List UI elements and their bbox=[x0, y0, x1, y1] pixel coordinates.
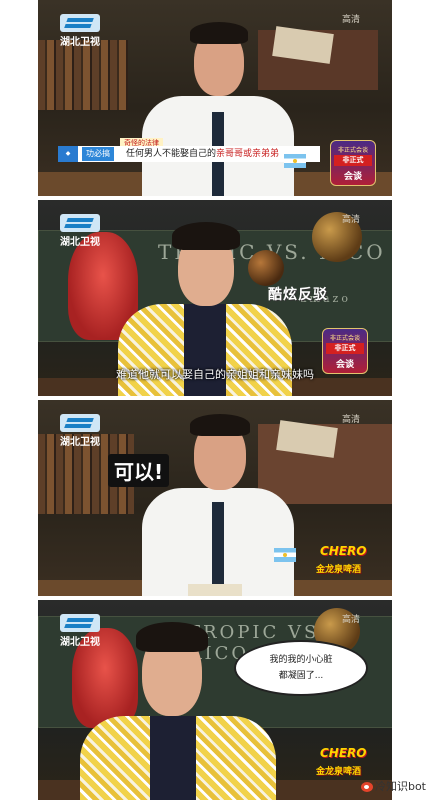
host-hair bbox=[172, 222, 240, 250]
sponsor-logo: CHERO 金龙泉啤酒 bbox=[316, 544, 367, 575]
law-caption-highlight: 亲哥哥或亲弟弟 bbox=[216, 149, 280, 159]
subtitle: 难道他就可以娶自己的亲姐姐和亲妹妹吗 bbox=[116, 368, 314, 381]
channel-logo: 湖北卫视 bbox=[60, 614, 100, 648]
channel-logo-icon bbox=[60, 214, 100, 232]
law-caption-plain: 任何男人不能娶自己的 bbox=[126, 149, 217, 159]
bubble-line-2: 都凝固了... bbox=[278, 671, 324, 681]
video-frame-2: TROPIC VS. RICO amazo 湖北卫视 高清 酷炫反驳 非正式会谈… bbox=[38, 200, 392, 396]
bookshelf bbox=[38, 40, 128, 110]
channel-logo: 湖北卫视 bbox=[60, 14, 100, 48]
channel-logo-icon bbox=[60, 614, 100, 632]
channel-logo: 湖北卫视 bbox=[60, 214, 100, 248]
law-caption: 任何男人不能娶自己的亲哥哥或亲弟弟 bbox=[126, 147, 279, 161]
channel-logo-icon bbox=[60, 414, 100, 432]
quality-label: 高清 bbox=[341, 15, 360, 25]
thought-bubble: 我的我的小心脏 都凝固了... bbox=[234, 640, 368, 696]
watermark-text: 冷知识bot bbox=[374, 780, 426, 793]
lamp bbox=[248, 250, 284, 286]
video-frame-1: 湖北卫视 高清 奇怪的法律 ◆ 功必搞 任何男人不能娶自己的亲哥哥或亲弟弟 非正… bbox=[38, 0, 392, 196]
weibo-icon bbox=[360, 782, 373, 792]
host-hair bbox=[136, 622, 208, 652]
comic-caption: 可以! bbox=[108, 454, 170, 487]
law-label: 功必搞 bbox=[82, 147, 114, 161]
channel-logo-icon bbox=[60, 14, 100, 32]
guest-hair bbox=[190, 414, 250, 436]
show-logo-icon: ◆ bbox=[58, 146, 78, 162]
comic-caption: 酷炫反驳 bbox=[268, 287, 328, 303]
dark-shirt bbox=[184, 304, 226, 396]
argentina-flag-icon bbox=[284, 154, 306, 168]
video-frame-4: TROPIC VS. RICO amazo 湖北卫视 高清 我的我的小心脏 都凝… bbox=[38, 600, 392, 800]
dark-shirt bbox=[150, 716, 196, 800]
channel-logo: 湖北卫视 bbox=[60, 414, 100, 448]
bubble-line-1: 我的我的小心脏 bbox=[269, 655, 333, 665]
argentina-flag-icon bbox=[274, 548, 296, 562]
quality-label: 高清 bbox=[341, 415, 360, 425]
video-frame-3: 湖北卫视 高清 可以! CHERO 金龙泉啤酒 bbox=[38, 400, 392, 596]
watermark: 冷知识bot bbox=[360, 778, 426, 794]
quality-label: 高清 bbox=[341, 615, 360, 625]
show-badge: 非正式会谈 非正式 会谈 bbox=[330, 140, 376, 186]
tie bbox=[212, 502, 224, 596]
name-card bbox=[188, 584, 242, 596]
quality-label: 高清 bbox=[341, 215, 360, 225]
guest-hair bbox=[190, 22, 248, 44]
